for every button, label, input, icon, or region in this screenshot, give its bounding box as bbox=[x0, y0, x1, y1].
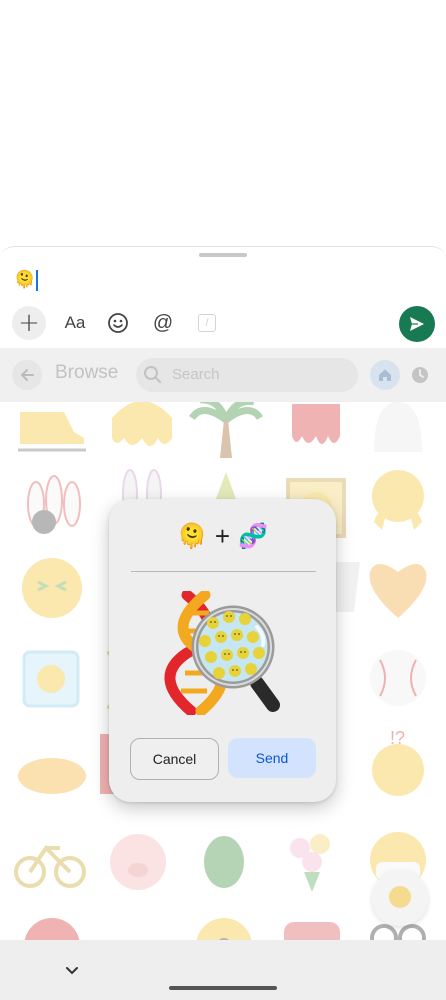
format-button[interactable]: Aa bbox=[60, 306, 90, 340]
sticker-ice-skate[interactable] bbox=[14, 402, 90, 468]
sticker-bicycle[interactable] bbox=[12, 822, 88, 898]
sticker-palm-tree[interactable] bbox=[188, 402, 264, 470]
sticker-tired-face[interactable] bbox=[14, 550, 90, 626]
browse-title: Browse bbox=[55, 362, 119, 383]
divider bbox=[131, 571, 316, 572]
cancel-button[interactable]: Cancel bbox=[130, 738, 219, 780]
send-message-button[interactable] bbox=[399, 306, 435, 342]
sticker-eye[interactable] bbox=[186, 908, 262, 940]
text-caret bbox=[36, 269, 39, 291]
search-placeholder: Search bbox=[172, 366, 220, 383]
conversation-area bbox=[0, 0, 446, 248]
combined-sticker-icon bbox=[164, 591, 280, 715]
sticker-baseball[interactable] bbox=[360, 640, 436, 716]
browse-bar: Browse Search bbox=[0, 348, 446, 402]
sticker-red-drip[interactable] bbox=[278, 402, 354, 466]
sticker-melting-face[interactable] bbox=[104, 402, 180, 464]
svg-text:!?: !? bbox=[390, 728, 405, 748]
sticker-ghost-white[interactable] bbox=[360, 402, 436, 468]
sticker-confused-melt[interactable]: !? bbox=[360, 728, 436, 804]
sticker-beetle[interactable] bbox=[186, 822, 262, 898]
chevron-down-icon[interactable] bbox=[64, 965, 80, 977]
send-icon bbox=[410, 317, 424, 331]
smile-icon bbox=[108, 313, 128, 333]
slash-command-icon: / bbox=[198, 314, 216, 332]
sticker-thumbs-up-melt[interactable] bbox=[360, 464, 436, 540]
home-icon bbox=[379, 369, 391, 381]
system-navigation-bar bbox=[0, 940, 446, 1000]
sticker-puddle[interactable] bbox=[14, 732, 90, 808]
format-text-icon: Aa bbox=[64, 313, 86, 332]
home-tab-button[interactable] bbox=[370, 360, 400, 390]
floating-sticker-button[interactable] bbox=[372, 870, 428, 926]
sticker-meat[interactable] bbox=[274, 908, 350, 940]
emoji-button[interactable] bbox=[103, 306, 133, 340]
plus-sign: + bbox=[214, 521, 231, 551]
add-button[interactable]: + bbox=[12, 306, 46, 340]
recent-tab-button[interactable] bbox=[410, 365, 430, 389]
slash-command-button[interactable]: / bbox=[196, 306, 218, 340]
message-text: 🫠 bbox=[14, 270, 36, 290]
send-button[interactable]: Send bbox=[228, 738, 316, 778]
mention-button[interactable]: @ bbox=[148, 306, 178, 340]
search-input[interactable]: Search bbox=[136, 358, 358, 392]
emoji-kitchen-dialog: 🫠 + 🧬 Cancel Send bbox=[109, 499, 336, 802]
message-input[interactable]: 🫠 bbox=[14, 269, 39, 291]
melting-face-icon bbox=[389, 886, 411, 908]
sticker-bowling-pins[interactable] bbox=[14, 464, 90, 540]
arrow-left-icon bbox=[21, 369, 34, 381]
sticker-ice-cube-face[interactable] bbox=[14, 642, 90, 718]
sticker-pig[interactable] bbox=[100, 822, 176, 898]
right-emoji: 🧬 bbox=[238, 522, 268, 550]
clock-icon bbox=[412, 367, 428, 383]
drag-handle[interactable] bbox=[199, 253, 247, 257]
home-indicator[interactable] bbox=[169, 986, 277, 990]
plus-icon: + bbox=[18, 308, 40, 338]
at-icon: @ bbox=[152, 311, 174, 334]
back-button[interactable] bbox=[12, 360, 42, 390]
emoji-combination: 🫠 + 🧬 bbox=[109, 519, 336, 553]
sticker-melting-heart[interactable] bbox=[360, 550, 436, 626]
sticker-bouquet[interactable] bbox=[274, 822, 350, 898]
search-icon bbox=[144, 366, 162, 384]
left-emoji: 🫠 bbox=[177, 522, 207, 550]
sticker-red-ball[interactable] bbox=[14, 908, 90, 940]
